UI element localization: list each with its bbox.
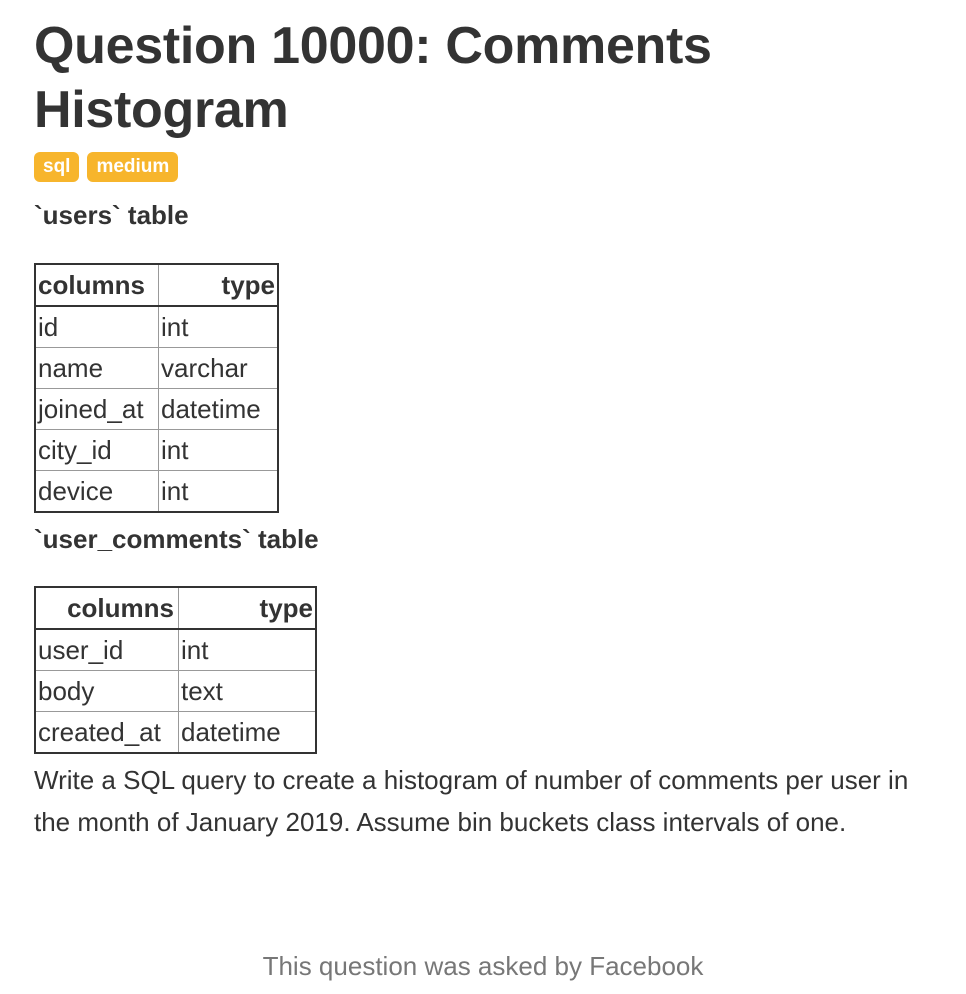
table-cell: int bbox=[178, 628, 315, 671]
question-source-footer: This question was asked by Facebook bbox=[262, 951, 704, 981]
tag-medium[interactable]: medium bbox=[87, 152, 179, 182]
table-row: device int bbox=[36, 470, 277, 511]
table-header-row: columns type bbox=[36, 265, 277, 307]
user-comments-table-caption: `user_comments` table bbox=[34, 524, 319, 554]
page-title: Question 10000: Comments Histogram bbox=[34, 17, 712, 139]
table-cell: joined_at bbox=[36, 388, 159, 430]
table-row: user_id int bbox=[36, 628, 315, 671]
column-header: columns bbox=[36, 588, 179, 630]
question-page: Question 10000: Comments Histogram sql m… bbox=[34, 0, 944, 843]
table-cell: datetime bbox=[178, 711, 315, 752]
table-cell: name bbox=[36, 347, 159, 389]
table-cell: int bbox=[158, 305, 277, 348]
column-header: columns bbox=[36, 265, 159, 307]
users-table-caption: `users` table bbox=[34, 200, 189, 230]
user-comments-table: columns type user_id int body text creat… bbox=[36, 588, 315, 752]
table-row: name varchar bbox=[36, 347, 277, 389]
table-cell: user_id bbox=[36, 628, 179, 671]
table-cell: text bbox=[178, 670, 315, 712]
table-row: city_id int bbox=[36, 429, 277, 471]
table-row: joined_at datetime bbox=[36, 388, 277, 430]
table-cell: body bbox=[36, 670, 179, 712]
table-cell: id bbox=[36, 305, 159, 348]
user-comments-table-box: columns type user_id int body text creat… bbox=[34, 586, 317, 754]
tag-list: sql medium bbox=[34, 152, 944, 182]
table-cell: device bbox=[36, 470, 159, 511]
table-row: body text bbox=[36, 670, 315, 712]
tag-sql[interactable]: sql bbox=[34, 152, 80, 182]
table-header-row: columns type bbox=[36, 588, 315, 630]
users-table-box: columns type id int name varchar joined_… bbox=[34, 263, 279, 513]
question-prompt: Write a SQL query to create a histogram … bbox=[34, 765, 909, 837]
table-cell: datetime bbox=[158, 388, 277, 430]
column-header: type bbox=[158, 265, 277, 307]
table-row: id int bbox=[36, 305, 277, 348]
table-cell: created_at bbox=[36, 711, 179, 752]
table-cell: city_id bbox=[36, 429, 159, 471]
table-cell: int bbox=[158, 470, 277, 511]
table-row: created_at datetime bbox=[36, 711, 315, 752]
table-cell: int bbox=[158, 429, 277, 471]
users-table: columns type id int name varchar joined_… bbox=[36, 265, 277, 511]
table-cell: varchar bbox=[158, 347, 277, 389]
column-header: type bbox=[178, 588, 315, 630]
